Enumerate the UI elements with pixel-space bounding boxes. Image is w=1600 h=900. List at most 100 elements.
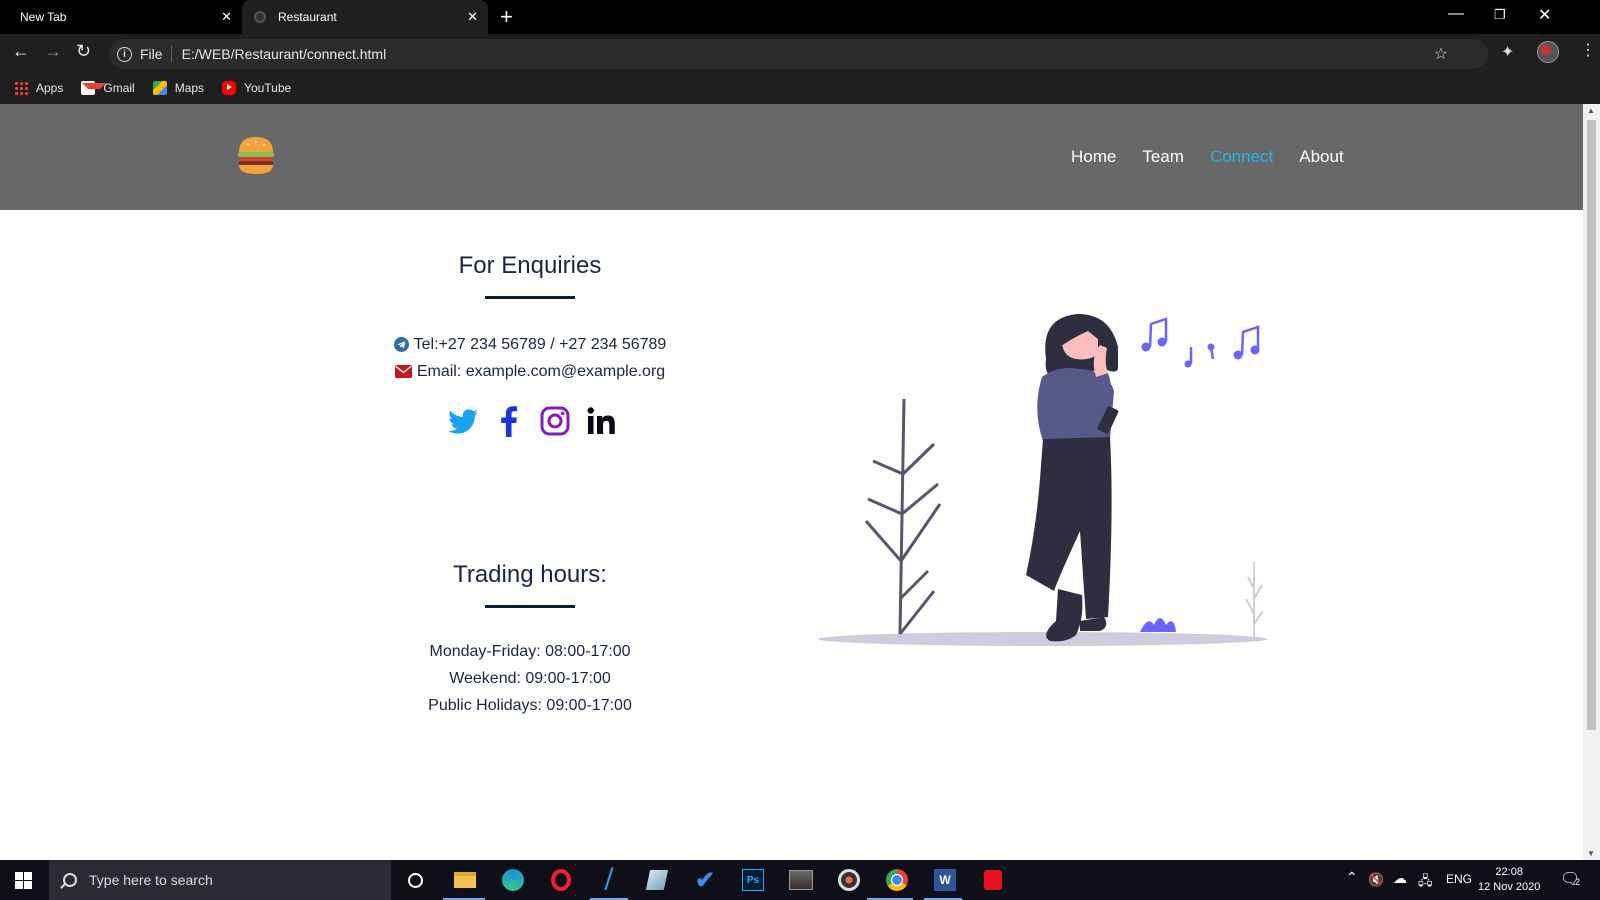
search-icon (63, 873, 77, 887)
page-viewport: Home Team Connect About For Enquiries Te… (0, 104, 1583, 860)
woman-figure (1026, 314, 1119, 642)
vertical-scrollbar[interactable]: ▲ ▼ (1583, 104, 1600, 860)
tab-restaurant[interactable]: Restaurant ✕ (242, 0, 488, 34)
telephone-line: Tel:+27 234 56789 / +27 234 56789 (385, 331, 675, 358)
divider (170, 46, 172, 62)
close-icon[interactable]: ✕ (221, 9, 232, 25)
notification-count: 2 (1575, 877, 1581, 887)
plant-right (1245, 562, 1264, 639)
nav-about[interactable]: About (1299, 147, 1343, 167)
clock-date: 12 Nov 2020 (1478, 881, 1541, 893)
nav-team[interactable]: Team (1142, 147, 1184, 167)
minimize-icon[interactable]: — (1448, 5, 1464, 23)
maps-icon (152, 81, 167, 95)
bookmark-youtube[interactable]: YouTube (222, 81, 291, 95)
photoshop-icon[interactable]: Ps (739, 866, 767, 894)
profile-avatar[interactable] (1537, 41, 1559, 63)
trading-hours-section: Trading hours: Monday-Friday: 08:00-17:0… (385, 561, 675, 719)
enquiries-section: For Enquiries Tel:+27 234 56789 / +27 23… (385, 252, 675, 437)
language-indicator[interactable]: ENG (1446, 872, 1472, 886)
address-bar[interactable]: i File E:/WEB/Restaurant/connect.html ☆ (109, 39, 1488, 69)
network-icon[interactable]: 🖧 (1418, 872, 1433, 894)
envelope-icon (394, 365, 412, 378)
scroll-down-arrow-icon[interactable]: ▼ (1587, 849, 1595, 858)
new-tab-plus-icon[interactable]: + (500, 4, 513, 30)
url-scheme: File (140, 46, 163, 62)
game-app-icon[interactable] (787, 866, 815, 894)
apps-icon (14, 81, 28, 95)
onedrive-cloud-icon[interactable]: ☁ (1393, 870, 1407, 887)
scroll-thumb[interactable] (1587, 120, 1596, 730)
forward-arrow-icon[interactable]: → (44, 41, 62, 62)
tab-title: Restaurant (278, 10, 337, 24)
gmail-icon (81, 81, 107, 95)
restore-icon[interactable]: ❐ (1494, 7, 1506, 23)
windows-taskbar: Type here to search ⧸ ✔ Ps W ⌃ 🔇 ☁ � (0, 860, 1600, 900)
woman-listening-music-illustration (818, 314, 1268, 646)
close-icon[interactable]: ✕ (467, 9, 478, 25)
scroll-up-arrow-icon[interactable]: ▲ (1587, 106, 1595, 115)
nav-home[interactable]: Home (1071, 147, 1116, 167)
search-placeholder: Type here to search (89, 872, 213, 888)
clock-time: 22:08 (1495, 866, 1523, 878)
twitter-icon[interactable] (447, 405, 479, 437)
extensions-puzzle-icon[interactable]: ✦ (1501, 42, 1514, 62)
music-notes (1141, 317, 1260, 368)
instagram-icon[interactable] (539, 405, 571, 437)
vscode-icon[interactable]: ⧸ (595, 866, 623, 894)
site-header: Home Team Connect About (0, 104, 1583, 210)
burger-icon[interactable] (236, 134, 276, 176)
chrome-icon[interactable] (883, 866, 911, 894)
hours-weekend: Weekend: 09:00-17:00 (449, 670, 611, 687)
plant-left (864, 398, 942, 635)
bookmark-label: Maps (174, 81, 205, 95)
todo-check-icon[interactable]: ✔ (691, 866, 719, 894)
task-view-icon[interactable] (401, 866, 429, 894)
edge-icon[interactable] (499, 866, 527, 894)
reload-icon[interactable]: ↻ (76, 41, 91, 62)
enquiries-title: For Enquiries (458, 252, 602, 279)
facebook-icon[interactable] (493, 405, 525, 437)
bookmark-label: Apps (36, 81, 64, 95)
back-arrow-icon[interactable]: ← (12, 41, 30, 62)
email-line: Email: example.com@example.org (385, 358, 675, 385)
email-text[interactable]: Email: example.com@example.org (417, 358, 665, 385)
system-clock[interactable]: 22:08 12 Nov 2020 (1478, 865, 1540, 895)
flower (1140, 618, 1176, 632)
linkedin-icon[interactable] (585, 405, 617, 437)
bookmark-star-icon[interactable]: ☆ (1434, 44, 1448, 64)
word-icon[interactable]: W (931, 866, 959, 894)
recorder-app-icon[interactable] (979, 866, 1007, 894)
media-player-icon[interactable] (835, 866, 863, 894)
youtube-icon (222, 81, 237, 95)
tray-chevron-icon[interactable]: ⌃ (1346, 869, 1358, 886)
window-close-icon[interactable]: ✕ (1538, 5, 1551, 25)
tab-new-tab[interactable]: New Tab ✕ (0, 0, 242, 34)
hours-weekday: Monday-Friday: 08:00-17:00 (429, 643, 631, 660)
bookmark-label: Gmail (103, 81, 135, 95)
social-links (385, 405, 675, 437)
title-underline (485, 605, 575, 608)
windows-start-icon[interactable] (15, 872, 32, 889)
notes-app-icon[interactable] (643, 866, 671, 894)
site-navigation: Home Team Connect About (1071, 147, 1370, 167)
volume-muted-icon[interactable]: 🔇 (1368, 872, 1384, 888)
info-icon[interactable]: i (117, 46, 132, 62)
file-explorer-icon[interactable] (451, 866, 479, 894)
bookmark-gmail[interactable]: Gmail (81, 81, 135, 95)
title-underline (485, 296, 575, 299)
bookmark-apps[interactable]: Apps (14, 81, 63, 95)
browser-toolbar: ← → ↻ i File E:/WEB/Restaurant/connect.h… (0, 34, 1600, 104)
tab-title: New Tab (20, 10, 67, 24)
url-text[interactable]: E:/WEB/Restaurant/connect.html (182, 46, 387, 62)
menu-kebab-icon[interactable]: ⋮ (1580, 40, 1596, 60)
opera-icon[interactable] (547, 866, 575, 894)
nav-connect[interactable]: Connect (1210, 147, 1273, 167)
bookmark-maps[interactable]: Maps (152, 81, 205, 95)
bookmark-label: YouTube (244, 81, 292, 95)
tab-strip: New Tab ✕ Restaurant ✕ + — ❐ ✕ (0, 0, 1600, 34)
bookmarks-bar: Apps Gmail Maps YouTube (0, 72, 1600, 104)
telephone-text: Tel:+27 234 56789 / +27 234 56789 (413, 336, 667, 353)
contact-info: Tel:+27 234 56789 / +27 234 56789 Email:… (385, 331, 675, 385)
taskbar-search[interactable]: Type here to search (49, 860, 391, 900)
